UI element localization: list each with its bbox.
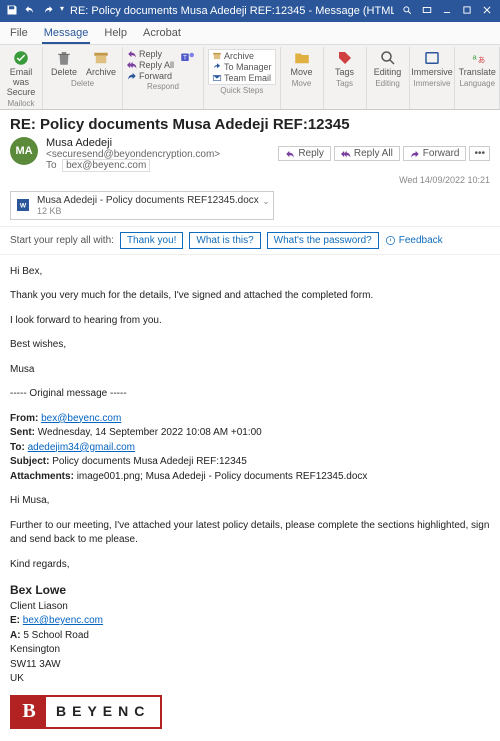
attachment-size: 12 KB bbox=[37, 206, 259, 216]
ribbon-display-icon[interactable] bbox=[422, 5, 432, 18]
signature-email-link[interactable]: bex@beyenc.com bbox=[23, 615, 103, 626]
sender-avatar[interactable]: MA bbox=[10, 137, 38, 165]
sender-name: Musa Adedeji bbox=[46, 137, 112, 149]
suggested-replies-bar: Start your reply all with: Thank you! Wh… bbox=[0, 226, 500, 255]
recipient-chip[interactable]: bex@beyenc.com bbox=[62, 159, 150, 172]
ribbon-tabs: File Message Help Acrobat bbox=[0, 22, 500, 45]
delete-button[interactable]: Delete bbox=[47, 49, 81, 78]
redo-icon[interactable] bbox=[42, 4, 54, 19]
suggested-reply-1[interactable]: Thank you! bbox=[120, 232, 183, 249]
message-body: Hi Bex, Thank you very much for the deta… bbox=[0, 255, 500, 741]
qs-team-email[interactable]: Team Email bbox=[212, 73, 272, 83]
editing-button[interactable]: Editing bbox=[371, 49, 405, 78]
window-title: RE: Policy documents Musa Adedeji REF:12… bbox=[70, 5, 394, 17]
qat-more-icon[interactable]: ▾ bbox=[60, 4, 64, 19]
header-reply-all-button[interactable]: Reply All bbox=[334, 146, 400, 161]
svg-text:a: a bbox=[473, 53, 478, 62]
suggested-reply-3[interactable]: What's the password? bbox=[267, 232, 379, 249]
qs-to-manager[interactable]: To Manager bbox=[212, 62, 272, 72]
translate-button[interactable]: aあTranslate bbox=[460, 49, 494, 78]
logo-mark: B bbox=[12, 697, 46, 727]
word-doc-icon: W bbox=[15, 197, 31, 213]
immersive-button[interactable]: Immersive bbox=[415, 49, 449, 78]
tab-file[interactable]: File bbox=[8, 24, 30, 44]
suggested-reply-2[interactable]: What is this? bbox=[189, 232, 260, 249]
signature-name: Bex Lowe bbox=[10, 582, 490, 599]
chevron-down-icon[interactable]: ⌄ bbox=[262, 196, 270, 207]
share-teams-button[interactable]: T bbox=[177, 49, 199, 67]
company-logo: B BEYENC bbox=[10, 695, 162, 729]
qs-archive[interactable]: Archive bbox=[212, 51, 272, 61]
minimize-icon[interactable] bbox=[442, 5, 452, 18]
svg-text:W: W bbox=[20, 203, 27, 210]
attachment-name: Musa Adedeji - Policy documents REF12345… bbox=[37, 195, 259, 206]
attachment-chip[interactable]: W Musa Adedeji - Policy documents REF123… bbox=[10, 191, 274, 220]
signature-role: Client Liason bbox=[10, 600, 490, 615]
message-timestamp: Wed 14/09/2022 10:21 bbox=[0, 175, 500, 189]
svg-text:あ: あ bbox=[478, 56, 486, 65]
tab-acrobat[interactable]: Acrobat bbox=[141, 24, 183, 44]
ribbon: Email was Secure Mailock Delete Archive … bbox=[0, 45, 500, 110]
logo-wordmark: BEYENC bbox=[46, 701, 160, 721]
archive-button[interactable]: Archive bbox=[84, 49, 118, 78]
orig-to-link[interactable]: adedejim34@gmail.com bbox=[28, 442, 135, 453]
tab-message[interactable]: Message bbox=[42, 24, 91, 44]
reply-all-button[interactable]: Reply All bbox=[127, 60, 174, 70]
tab-help[interactable]: Help bbox=[102, 24, 129, 44]
window-titlebar: ▾ RE: Policy documents Musa Adedeji REF:… bbox=[0, 0, 500, 22]
reply-button[interactable]: Reply bbox=[127, 49, 174, 59]
maximize-icon[interactable] bbox=[462, 5, 472, 18]
orig-from-link[interactable]: bex@beyenc.com bbox=[41, 413, 121, 424]
svg-text:T: T bbox=[183, 56, 187, 62]
move-button[interactable]: Move bbox=[285, 49, 319, 78]
forward-button[interactable]: Forward bbox=[127, 71, 174, 81]
tags-button[interactable]: Tags bbox=[328, 49, 362, 78]
message-header: Musa Adedeji <securesend@beyondencryptio… bbox=[46, 137, 270, 171]
close-icon[interactable] bbox=[482, 5, 492, 18]
mailock-button[interactable]: Email was Secure bbox=[4, 49, 38, 98]
feedback-link[interactable]: Feedback bbox=[385, 235, 443, 246]
save-icon[interactable] bbox=[6, 4, 18, 19]
message-subject: RE: Policy documents Musa Adedeji REF:12… bbox=[0, 110, 500, 135]
header-reply-button[interactable]: Reply bbox=[278, 146, 331, 161]
header-more-button[interactable]: ••• bbox=[469, 146, 490, 161]
undo-icon[interactable] bbox=[24, 4, 36, 19]
search-icon[interactable] bbox=[402, 5, 412, 18]
header-forward-button[interactable]: Forward bbox=[403, 146, 467, 161]
